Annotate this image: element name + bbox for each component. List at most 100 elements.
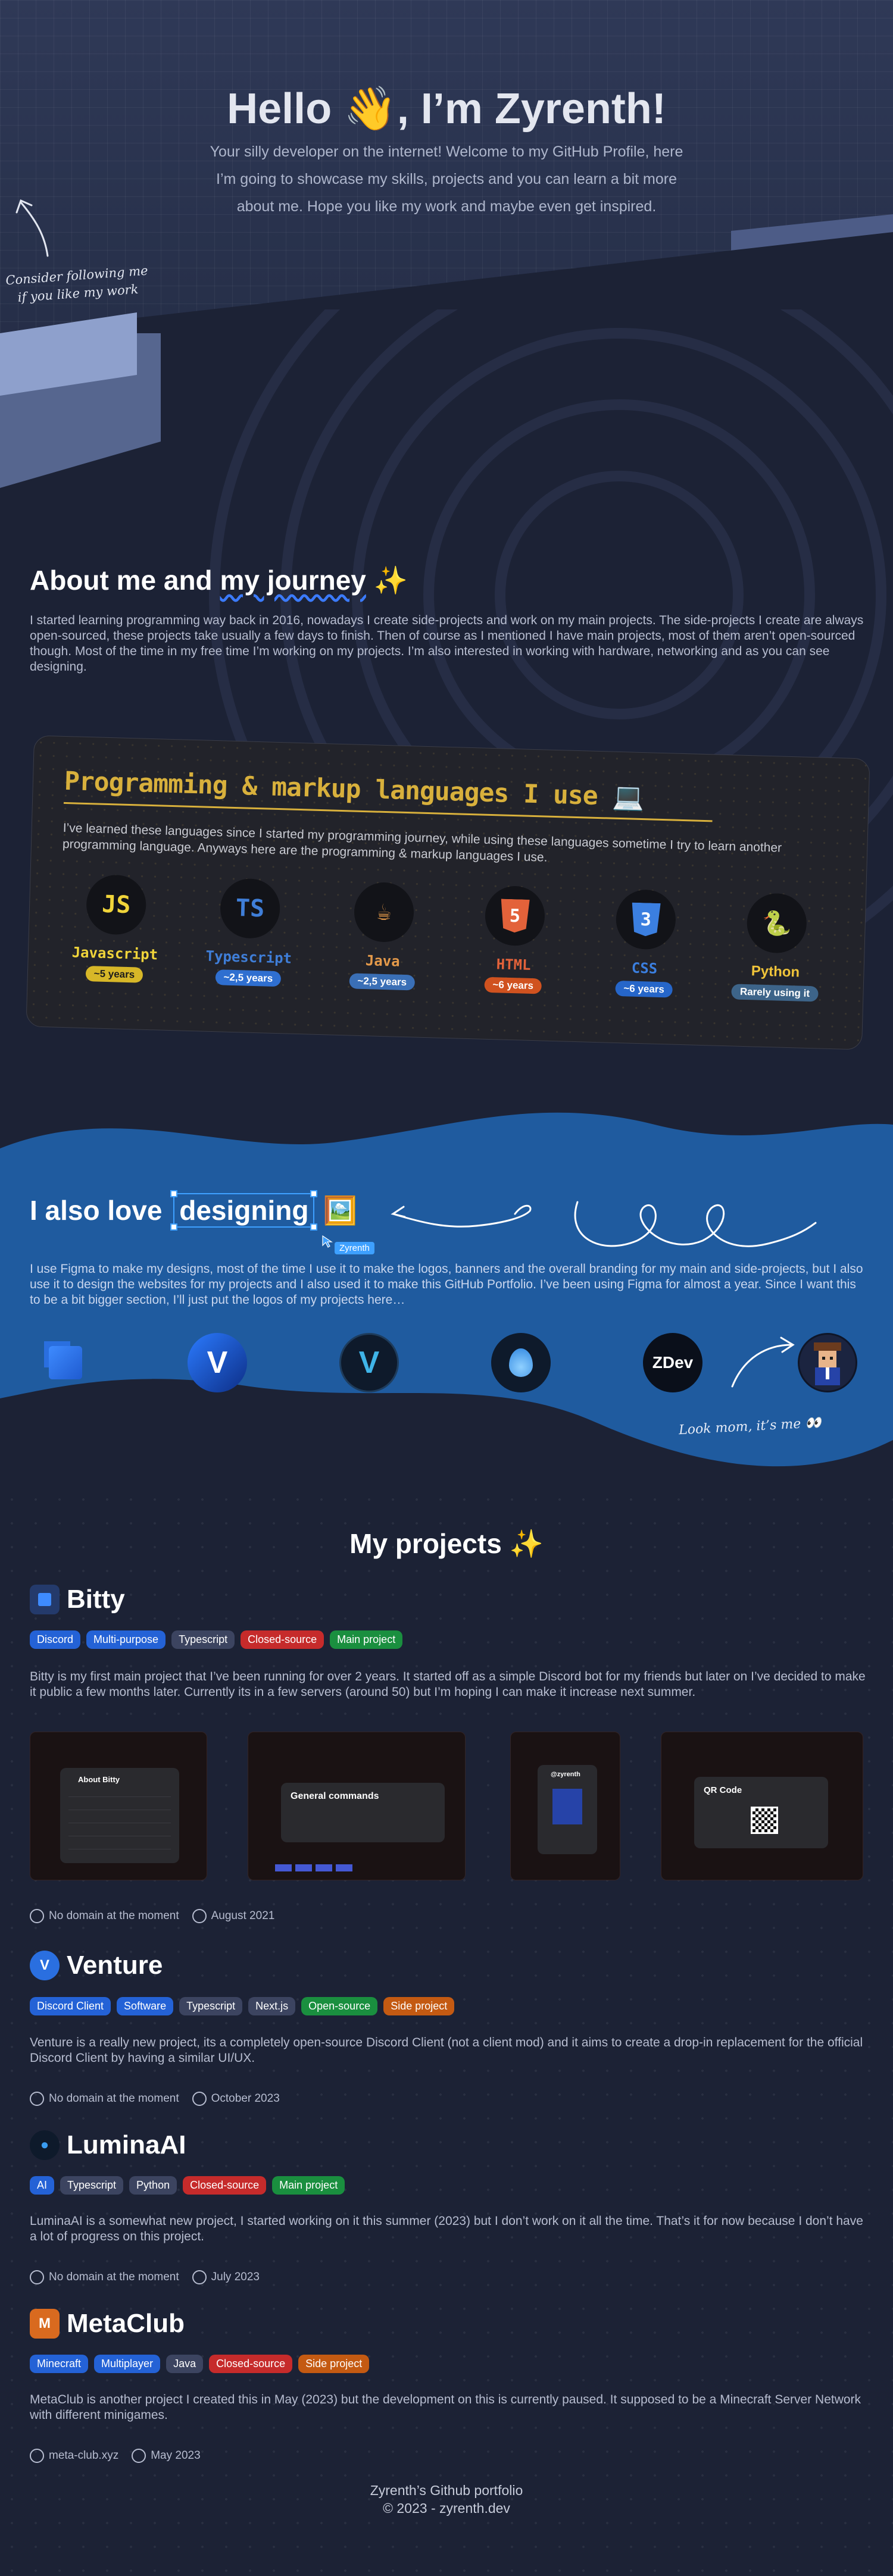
project-domain-link[interactable]: meta-club.xyz — [49, 2449, 118, 2462]
hero-subtitle-line: I’m going to showcase my skills, project… — [216, 171, 677, 187]
screenshot-title: QR Code — [704, 1785, 742, 1795]
screenshot-title: General commands — [291, 1791, 379, 1801]
project-title-luminaai: ● LuminaAI — [30, 2130, 186, 2160]
language-item: ☕ Java ~2,5 years — [328, 881, 438, 991]
tag: Minecraft — [30, 2355, 89, 2373]
bitty-screenshot-about[interactable]: About Bitty — [30, 1732, 207, 1880]
venture-logo: V — [188, 1333, 247, 1392]
about-title-highlight: my journey — [220, 565, 366, 596]
project-description: Bitty is my first main project that I’ve… — [30, 1670, 866, 1699]
selection-handle — [310, 1190, 318, 1197]
projects-title: My projects ✨ — [349, 1528, 544, 1559]
project-tags: AI Typescript Python Closed-source Main … — [30, 2176, 345, 2195]
globe-icon — [30, 2449, 44, 2463]
project-description: LuminaAI is a somewhat new project, I st… — [30, 2214, 863, 2243]
clock-icon — [132, 2449, 146, 2463]
screenshot-card: About Bitty — [60, 1768, 179, 1863]
tag: Discord Client — [30, 1997, 111, 2015]
hero-subtitle-line: about me. Hope you like my work and mayb… — [236, 198, 657, 215]
html-shield: 5 — [500, 899, 530, 932]
language-item: 5 HTML ~6 years — [459, 885, 569, 995]
project-name: Bitty — [67, 1585, 125, 1614]
globe-icon — [30, 2092, 44, 2106]
language-item: TS Typescript ~2,5 years — [195, 877, 305, 987]
language-name: HTML — [496, 956, 531, 974]
project-title-metaclub: M MetaClub — [30, 2309, 185, 2339]
language-name: Python — [751, 963, 800, 981]
zdev-logo: ZDev — [643, 1333, 702, 1392]
tag: Typescript — [171, 1630, 235, 1649]
footer: Zyrenth’s Github portfolio © 2023 - zyre… — [0, 2481, 893, 2517]
screenshot-card: QR Code — [694, 1777, 828, 1848]
design-title-prefix: I also love — [30, 1195, 170, 1226]
sparkles-icon: ✨ — [373, 565, 408, 596]
picture-icon: 🖼️ — [323, 1194, 357, 1226]
footer-copyright: © 2023 - zyrenth.dev — [383, 2500, 510, 2516]
java-icon: ☕ — [353, 881, 415, 943]
metaclub-icon: M — [30, 2309, 60, 2339]
screenshot-title: About Bitty — [78, 1775, 120, 1784]
project-meta: No domain at the moment July 2023 — [30, 2270, 260, 2284]
hero-subtitle-line: Your silly developer on the internet! We… — [210, 143, 683, 160]
project-date: October 2023 — [211, 2092, 280, 2105]
tag: Discord — [30, 1630, 81, 1649]
language-years: ~2,5 years — [215, 969, 282, 987]
bitty-screenshot-profile[interactable]: @zyrenth — [510, 1732, 620, 1880]
screenshot-card: @zyrenth — [538, 1765, 597, 1854]
tag: Main project — [272, 2176, 345, 2195]
screenshot-avatar — [552, 1789, 582, 1824]
project-domain: No domain at the moment — [49, 1910, 179, 1922]
design-text: I use Figma to make my designs, most of … — [30, 1262, 863, 1307]
project-meta: No domain at the moment October 2023 — [30, 2092, 280, 2106]
css-icon: 3 — [615, 888, 677, 950]
lumina-icon: ● — [30, 2130, 60, 2160]
python-icon: 🐍 — [746, 893, 808, 954]
about-title-prefix: About me and — [30, 565, 220, 596]
bitty-screenshot-commands[interactable]: General commands — [248, 1732, 466, 1880]
tag: Python — [129, 2176, 177, 2195]
scribble-decoration — [391, 1201, 817, 1247]
project-domain: No domain at the moment — [49, 2271, 179, 2283]
design-title-highlight-box: designing — [170, 1190, 318, 1231]
clock-icon — [192, 2270, 207, 2284]
tag: Typescript — [60, 2176, 124, 2195]
tag: Multi-purpose — [86, 1630, 166, 1649]
about-title: About me and my journey ✨ — [30, 564, 408, 597]
screenshot-buttons — [275, 1864, 352, 1871]
lumina-flame — [509, 1348, 533, 1377]
tag: Open-source — [301, 1997, 378, 2015]
design-title: I also love designing 🖼️ — [30, 1190, 357, 1231]
tag: Software — [117, 1997, 174, 2015]
tag: AI — [30, 2176, 55, 2195]
project-domain: No domain at the moment — [49, 2092, 179, 2105]
html-icon: 5 — [484, 885, 546, 947]
bitty-logo-mark — [49, 1346, 82, 1379]
css-shield: 3 — [631, 903, 661, 937]
language-years: ~6 years — [484, 976, 542, 994]
selection-handle — [310, 1223, 318, 1231]
selection-handle — [170, 1190, 178, 1197]
project-name: MetaClub — [67, 2309, 185, 2338]
footer-title: Zyrenth’s Github portfolio — [370, 2483, 523, 2498]
bitty-screenshot-qrcode[interactable]: QR Code — [661, 1732, 863, 1880]
language-years: Rarely using it — [731, 984, 819, 1002]
tag: Main project — [330, 1630, 403, 1649]
tag: Side project — [383, 1997, 455, 2015]
hero-title: Hello 👋, I’m Zyrenth! — [227, 85, 666, 133]
project-meta: meta-club.xyz May 2023 — [30, 2449, 201, 2463]
project-name: Venture — [67, 1951, 163, 1980]
project-meta: No domain at the moment August 2021 — [30, 1909, 274, 1923]
project-name: LuminaAI — [67, 2130, 186, 2159]
project-date: July 2023 — [211, 2271, 260, 2283]
typescript-icon: TS — [219, 878, 281, 940]
bitty-icon-mark — [38, 1593, 51, 1606]
project-description: MetaClub is another project I created th… — [30, 2393, 861, 2422]
language-name: Typescript — [205, 947, 292, 967]
screenshot-table — [68, 1796, 171, 1850]
screenshot-title: @zyrenth — [551, 1771, 580, 1778]
qr-code-icon — [751, 1807, 778, 1834]
avatar-icon — [814, 1342, 841, 1385]
tag: Typescript — [179, 1997, 243, 2015]
hero-subtitle: Your silly developer on the internet! We… — [173, 138, 720, 220]
language-item: 3 CSS ~6 years — [590, 888, 700, 999]
